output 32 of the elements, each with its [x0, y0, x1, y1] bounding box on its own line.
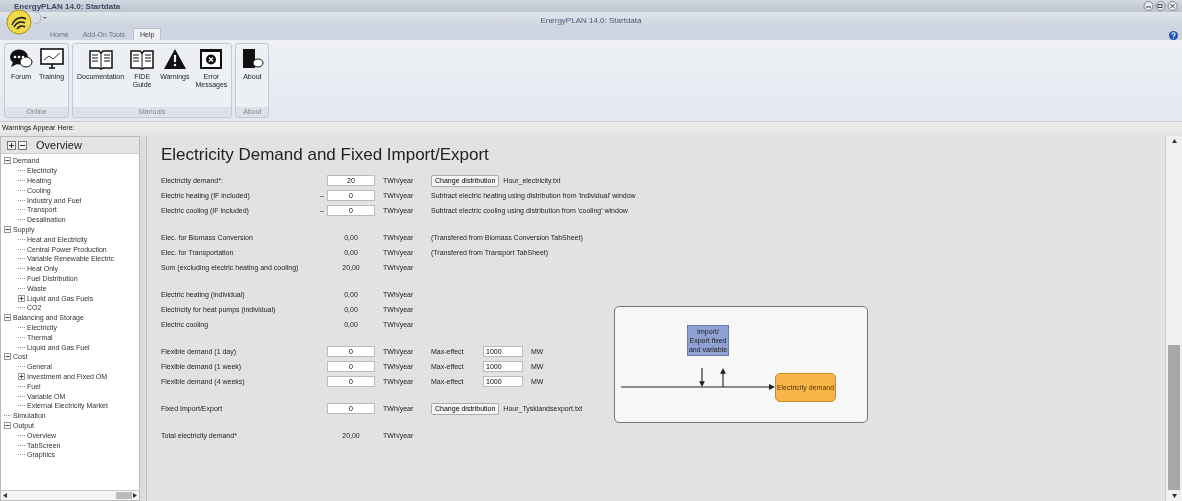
- expander-icon[interactable]: [4, 157, 11, 165]
- scroll-up-icon[interactable]: [1171, 139, 1177, 144]
- scroll-right-icon[interactable]: [132, 493, 137, 498]
- horizontal-scrollbar[interactable]: [1, 490, 139, 500]
- chat-bubble-icon: [9, 48, 33, 70]
- sidebar-title: Overview: [36, 139, 82, 151]
- book-icon: [130, 48, 155, 70]
- scrollbar-thumb[interactable]: [1168, 345, 1180, 490]
- collapse-all-icon[interactable]: [18, 140, 27, 150]
- down-arrow: [699, 368, 705, 387]
- scroll-down-icon[interactable]: [1171, 493, 1177, 498]
- monitor-chart-icon: [39, 48, 64, 70]
- scrollbar-thumb[interactable]: [116, 492, 132, 499]
- expander-icon[interactable]: [18, 372, 25, 380]
- warning-icon: [162, 48, 187, 70]
- expander-icon[interactable]: [4, 353, 11, 361]
- expander-icon[interactable]: [4, 314, 11, 322]
- restore-icon[interactable]: [1155, 1, 1166, 11]
- up-arrow: [720, 368, 726, 387]
- expand-all-icon[interactable]: [7, 140, 16, 150]
- expander-icon[interactable]: [4, 225, 11, 233]
- book-icon: [88, 48, 113, 70]
- window-title: EnergyPLAN 14.0: Startdata: [14, 1, 121, 11]
- vertical-scrollbar[interactable]: [1165, 136, 1182, 501]
- expander-icon[interactable]: [18, 294, 25, 302]
- page-title: Electricity Demand and Fixed Import/Export: [161, 145, 490, 165]
- expander-icon[interactable]: [4, 421, 11, 429]
- error-window-icon: [199, 48, 224, 70]
- app-title: EnergyPLAN 14.0: Startdata: [540, 15, 642, 25]
- book-speech-icon: [240, 48, 265, 70]
- scroll-left-icon[interactable]: [3, 493, 8, 498]
- help-icon[interactable]: [1169, 31, 1178, 40]
